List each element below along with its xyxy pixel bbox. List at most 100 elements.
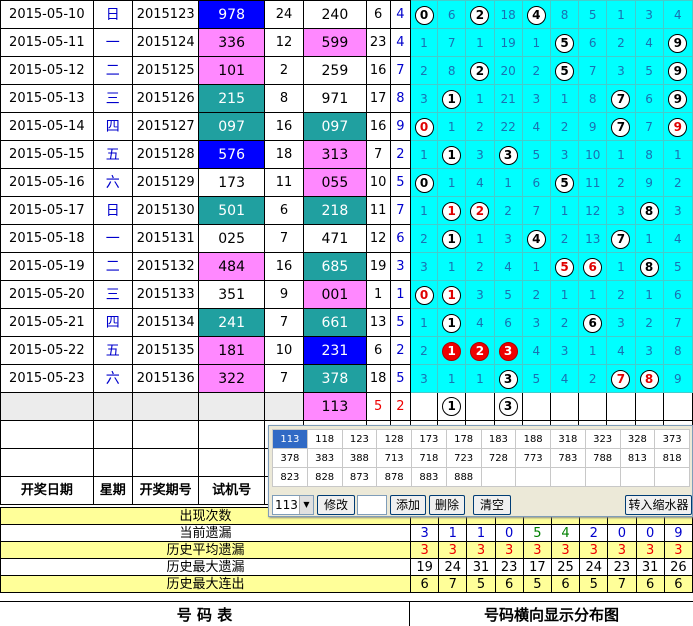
distribution-cell: 7 (521, 196, 551, 225)
distribution-cell: 2 (578, 364, 608, 393)
combo-item[interactable]: 818 (654, 448, 690, 468)
combo-item[interactable]: 783 (550, 448, 586, 468)
empty-cell (131, 448, 200, 477)
draw-row: 2015-05-18 一 2015131 025 7 471 12 6 2 1 1 3 4 2 13 7 1 4 (0, 224, 693, 253)
modify-button[interactable]: 修改 (317, 495, 355, 515)
combo-item[interactable]: 183 (480, 429, 517, 449)
stats-value: 3 (607, 541, 637, 559)
draw-date: 2015-05-18 (0, 224, 94, 253)
combo-item[interactable]: 123 (341, 429, 378, 449)
stats-value: 17 (522, 558, 552, 576)
combo-item[interactable]: 873 (341, 467, 378, 487)
shrink-button[interactable]: 转入缩水器 (625, 495, 692, 515)
combination-select[interactable]: 113 ▼ (272, 495, 314, 515)
stats-value: 2 (579, 524, 609, 542)
distribution-cell: 1 (521, 28, 551, 57)
draw-number: 378 (303, 364, 367, 393)
combo-item[interactable]: 178 (445, 429, 482, 449)
stats-value: 24 (579, 558, 609, 576)
combo-item[interactable]: 173 (411, 429, 447, 449)
omission-value: 4 (476, 315, 484, 330)
combo-item[interactable]: 723 (445, 448, 482, 468)
omission-value: 2 (420, 231, 428, 246)
omission-value: 3 (504, 231, 512, 246)
distribution-cell: 4 (606, 336, 636, 365)
combo-item[interactable]: 878 (376, 467, 412, 487)
combo-item[interactable]: 128 (376, 429, 412, 449)
distribution-cell: 4 (521, 0, 551, 29)
select-value: 113 (275, 498, 298, 512)
empty-cell (0, 448, 94, 477)
distribution-cell: 4 (549, 364, 580, 393)
stats-row: 历史平均遗漏 3 3 3 3 3 3 3 3 3 3 (0, 541, 693, 559)
distribution-cell: 7 (578, 56, 608, 85)
delete-button[interactable]: 删除 (429, 495, 465, 515)
distribution-cell: 19 (493, 28, 523, 57)
span2-value: 4 (389, 28, 411, 57)
combo-item[interactable]: 888 (445, 467, 482, 487)
distribution-cell: 3 (409, 84, 439, 113)
empty-cell (131, 420, 200, 449)
test-number: 173 (198, 168, 265, 197)
stats-value: 5 (466, 575, 496, 593)
combo-item[interactable]: 828 (306, 467, 343, 487)
combination-list[interactable]: 113 118 123 128 173 178 183 188 318 323 328 373 378 3… (272, 429, 690, 487)
test-number: 484 (198, 252, 265, 281)
span2-value: 9 (389, 112, 411, 141)
omission-value: 7 (645, 119, 653, 134)
test-number: 501 (198, 196, 265, 225)
combo-item[interactable]: 713 (376, 448, 412, 468)
combo-item[interactable]: 188 (515, 429, 551, 449)
combo-item[interactable]: 118 (306, 429, 343, 449)
add-button[interactable]: 添加 (390, 495, 426, 515)
combo-item[interactable]: 813 (619, 448, 656, 468)
distribution-cell: 1 (662, 140, 693, 169)
combo-item[interactable] (584, 467, 621, 487)
distribution-cell: 1 (437, 252, 467, 281)
draw-number: 240 (303, 0, 367, 29)
distribution-cell: 12 (578, 196, 608, 225)
omission-value: 1 (476, 35, 484, 50)
combo-item[interactable] (480, 467, 517, 487)
combo-item[interactable]: 328 (619, 429, 656, 449)
combo-item[interactable] (654, 467, 690, 487)
combo-item[interactable]: 788 (584, 448, 621, 468)
combo-item[interactable]: 773 (515, 448, 551, 468)
span2-value: 1 (389, 280, 411, 309)
combo-item[interactable]: 883 (411, 467, 447, 487)
combo-item[interactable]: 383 (306, 448, 343, 468)
span2-value: 5 (389, 364, 411, 393)
distribution-cell: 9 (662, 28, 693, 57)
test-number: 576 (198, 140, 265, 169)
combo-item[interactable]: 823 (272, 467, 308, 487)
combo-item[interactable] (619, 467, 656, 487)
distribution-cell: 5 (634, 56, 664, 85)
omission-value: 4 (674, 231, 682, 246)
distribution-cell: 1 (465, 224, 495, 253)
distribution-cell: 4 (521, 112, 551, 141)
combo-item[interactable]: 728 (480, 448, 517, 468)
distribution-cell: 1 (437, 392, 467, 421)
test-number: 241 (198, 308, 265, 337)
combo-item[interactable]: 113 (272, 429, 308, 449)
combo-item[interactable]: 388 (341, 448, 378, 468)
combo-item[interactable]: 718 (411, 448, 447, 468)
omission-value: 3 (476, 287, 484, 302)
combo-item[interactable]: 323 (584, 429, 621, 449)
combo-item[interactable]: 373 (654, 429, 690, 449)
omission-value: 2 (532, 63, 541, 78)
omission-value: 21 (500, 91, 516, 106)
distribution-cell: 1 (409, 140, 439, 169)
number-input[interactable] (357, 495, 387, 515)
combo-item[interactable]: 378 (272, 448, 308, 468)
clear-button[interactable]: 清空 (473, 495, 511, 515)
combo-item[interactable] (550, 467, 586, 487)
chevron-down-icon[interactable]: ▼ (299, 496, 313, 514)
combo-item[interactable]: 318 (550, 429, 586, 449)
distribution-cell: 0 (409, 0, 439, 29)
combo-item[interactable] (515, 467, 551, 487)
empty-cell (92, 420, 133, 449)
distribution-cell: 3 (493, 364, 523, 393)
omission-value: 1 (476, 231, 484, 246)
omission-value: 1 (560, 91, 569, 106)
